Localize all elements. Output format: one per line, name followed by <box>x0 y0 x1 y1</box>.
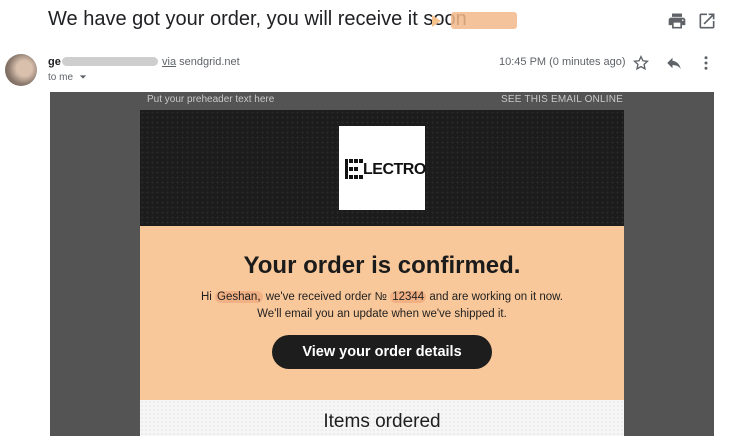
redacted-sender-email <box>62 57 158 66</box>
star-icon[interactable] <box>632 54 650 72</box>
view-order-details-button[interactable]: View your order details <box>272 335 492 369</box>
email-body-container: Put your preheader text here SEE THIS EM… <box>50 92 714 436</box>
importance-marker-icon[interactable] <box>432 15 441 27</box>
via-word[interactable]: via <box>162 56 176 68</box>
email-card: LECTRO Your order is confirmed. Hi Gesha… <box>140 110 624 436</box>
open-in-new-window-icon[interactable] <box>697 11 717 31</box>
print-icon[interactable] <box>667 11 687 31</box>
working-text: and are working on it now. <box>426 291 563 303</box>
avatar[interactable] <box>5 54 37 86</box>
logo-text: LECTRO <box>363 161 426 178</box>
chevron-down-icon[interactable] <box>79 73 87 81</box>
order-received-message: Hi Geshan, we've received order № 12344 … <box>140 291 624 303</box>
to-me-label: to me <box>48 72 74 83</box>
recipient-toggle[interactable]: to me <box>48 72 87 83</box>
sender-domain: sendgrid.net <box>179 56 240 68</box>
sender-name[interactable]: ge <box>48 56 61 68</box>
email-subject: We have got your order, you will receive… <box>48 8 467 30</box>
see-email-online-link[interactable]: SEE THIS EMAIL ONLINE <box>501 94 623 105</box>
sender-row: ge via sendgrid.net to me 10:45 PM (0 mi… <box>0 48 730 90</box>
subject-row: We have got your order, you will receive… <box>0 0 730 42</box>
order-confirmation-section: Your order is confirmed. Hi Geshan, we'v… <box>140 226 624 400</box>
via-domain: via sendgrid.net <box>162 56 240 68</box>
order-number: 12344 <box>390 291 427 303</box>
header-banner: LECTRO <box>140 110 624 226</box>
reply-icon[interactable] <box>665 54 683 72</box>
customer-name: Geshan, <box>215 291 263 303</box>
logo-mark-icon <box>345 159 363 179</box>
update-message: We'll email you an update when we've shi… <box>257 308 507 320</box>
email-timestamp: 10:45 PM (0 minutes ago) <box>499 56 626 68</box>
greeting-prefix: Hi <box>200 291 216 303</box>
received-text: we've received order № <box>262 291 391 303</box>
more-vertical-icon[interactable] <box>697 54 715 72</box>
items-ordered-heading: Items ordered <box>323 411 441 432</box>
items-ordered-section: Items ordered <box>140 400 624 436</box>
label-tag[interactable] <box>451 12 517 29</box>
confirmation-title: Your order is confirmed. <box>243 252 521 279</box>
preheader-text: Put your preheader text here <box>147 94 275 105</box>
brand-logo[interactable]: LECTRO <box>339 126 426 210</box>
